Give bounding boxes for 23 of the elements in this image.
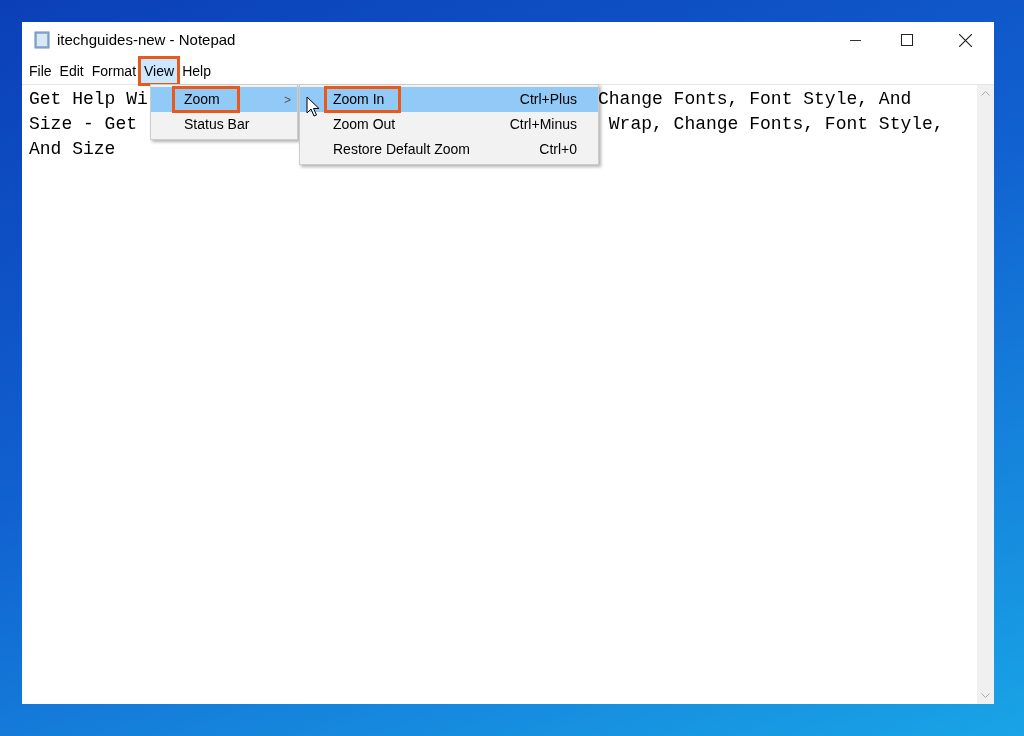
minimize-icon xyxy=(849,39,861,41)
window-title: itechguides-new - Notepad xyxy=(57,29,236,50)
mouse-pointer-icon xyxy=(306,96,320,118)
menu-item[interactable]: Help xyxy=(178,59,215,83)
menu-option[interactable]: Zoom In Ctrl+Plus xyxy=(300,87,598,112)
menu-option[interactable]: Zoom Out Ctrl+Minus xyxy=(300,112,598,137)
text-line: Size - Get xyxy=(29,113,138,136)
text-line: And Size xyxy=(29,138,116,161)
menu-item[interactable]: View xyxy=(140,59,179,83)
menu-item[interactable]: Format xyxy=(87,59,141,83)
text-line: Change Fonts, Font Style, And xyxy=(598,88,912,111)
scroll-up-icon[interactable] xyxy=(981,91,990,96)
menu-item[interactable]: Edit xyxy=(55,59,88,83)
scroll-down-icon[interactable] xyxy=(981,693,990,698)
submenu-arrow: > xyxy=(284,91,291,109)
menu-option[interactable]: Status Bar xyxy=(151,112,297,137)
close-icon xyxy=(958,33,972,47)
notepad-icon xyxy=(33,31,51,49)
text-line: Get Help Wi xyxy=(29,88,148,111)
text-line: Wrap, Change Fonts, Font Style, xyxy=(607,113,944,136)
maximize-icon xyxy=(901,34,913,46)
menu-option[interactable]: Restore Default Zoom Ctrl+0 xyxy=(300,137,598,162)
menu-item[interactable]: File xyxy=(25,59,56,83)
